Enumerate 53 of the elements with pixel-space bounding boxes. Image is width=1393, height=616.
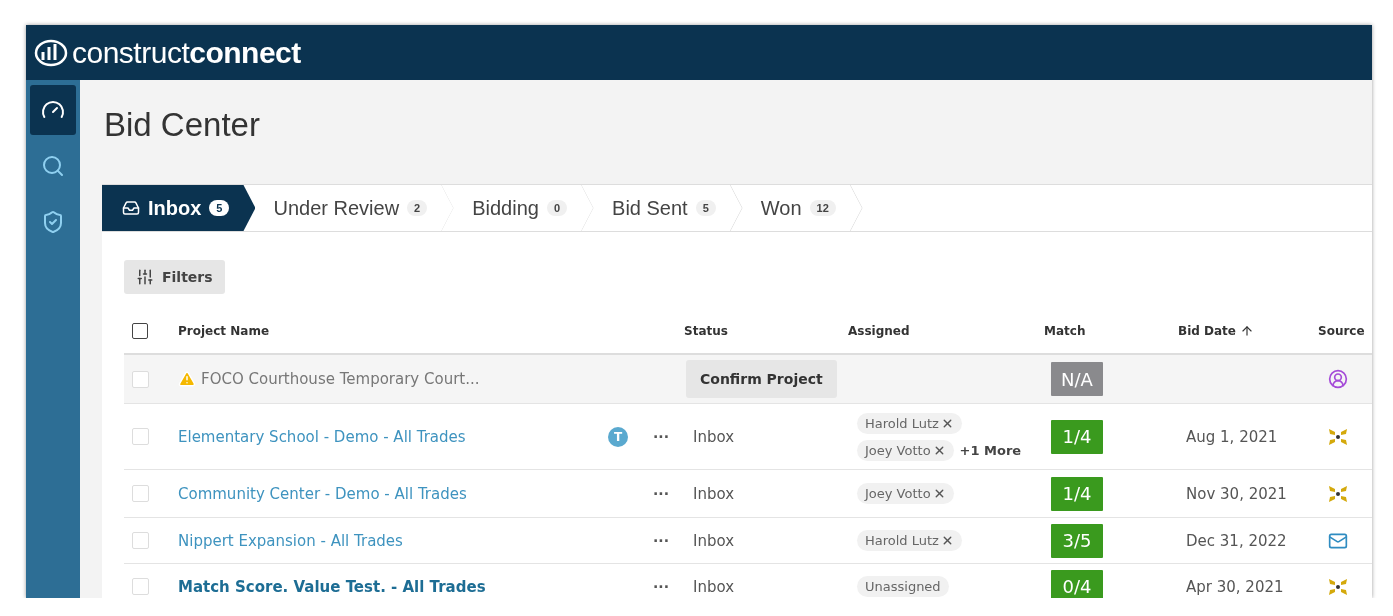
row-checkbox[interactable] xyxy=(132,578,149,595)
logo-text: constructconnect xyxy=(72,35,301,70)
project-name[interactable]: Match Score. Value Test. - All Trades xyxy=(178,577,486,596)
more-menu[interactable]: ··· xyxy=(653,578,669,595)
match-score: 1/4 xyxy=(1051,419,1103,454)
trade-badge: T xyxy=(608,426,628,447)
column-header[interactable]: Status xyxy=(684,324,728,338)
filters-button[interactable]: Filters xyxy=(124,260,225,294)
match-score: 3/5 xyxy=(1051,523,1103,558)
column-header[interactable]: Bid Date xyxy=(1178,324,1254,338)
row-checkbox[interactable] xyxy=(132,428,149,445)
assignee-chip[interactable]: Harold Lutz xyxy=(857,530,962,551)
search-icon xyxy=(41,154,65,178)
row-checkbox[interactable] xyxy=(132,370,149,388)
match-score: N/A xyxy=(1051,362,1103,396)
assignee-chip[interactable]: Unassigned xyxy=(857,576,949,597)
match-score: 0/4 xyxy=(1051,569,1103,598)
warning-icon xyxy=(178,370,196,388)
column-header[interactable]: Match xyxy=(1044,324,1086,338)
status-text: Inbox xyxy=(693,484,736,503)
column-header[interactable]: Project Name xyxy=(178,324,270,338)
inbox-icon xyxy=(122,199,140,217)
row-checkbox[interactable] xyxy=(132,485,149,502)
row-checkbox[interactable] xyxy=(132,532,149,549)
project-name[interactable]: Community Center - Demo - All Trades xyxy=(178,484,467,503)
bid-date: Aug 1, 2021 xyxy=(1186,427,1279,446)
status-text: Inbox xyxy=(693,531,736,550)
shield-icon xyxy=(41,210,65,234)
status-text: Inbox xyxy=(693,577,736,596)
more-assignees-link[interactable]: +1 More xyxy=(959,442,1022,458)
status-text: Inbox xyxy=(693,427,736,446)
more-menu[interactable]: ··· xyxy=(653,532,669,549)
assignee-chip[interactable]: Joey Votto xyxy=(857,439,954,461)
select-all-checkbox[interactable] xyxy=(132,323,148,339)
more-menu[interactable]: ··· xyxy=(653,485,669,502)
match-score: 1/4 xyxy=(1051,476,1103,511)
sliders-icon xyxy=(136,268,154,286)
project-name[interactable]: Elementary School - Demo - All Trades xyxy=(178,427,466,446)
sidebar-button[interactable] xyxy=(30,85,76,135)
column-header[interactable]: Assigned xyxy=(848,324,910,338)
tab[interactable]: Inbox 5 xyxy=(102,185,256,231)
project-name: FOCO Courthouse Temporary Court... xyxy=(178,370,480,388)
user-icon xyxy=(1328,369,1348,389)
logo-icon xyxy=(34,37,68,68)
bid-date: Apr 30, 2021 xyxy=(1186,577,1285,596)
assignee-chip[interactable]: Joey Votto xyxy=(857,483,954,504)
bid-date: Dec 31, 2022 xyxy=(1186,531,1288,550)
confirm-project-button[interactable]: Confirm Project xyxy=(686,360,837,398)
more-menu[interactable]: ··· xyxy=(653,428,669,445)
bid-date: Nov 30, 2021 xyxy=(1186,484,1288,503)
column-header[interactable]: Source xyxy=(1318,324,1365,338)
assignee-chip[interactable]: Harold Lutz xyxy=(857,412,962,434)
page-title: Bid Center xyxy=(104,106,261,144)
